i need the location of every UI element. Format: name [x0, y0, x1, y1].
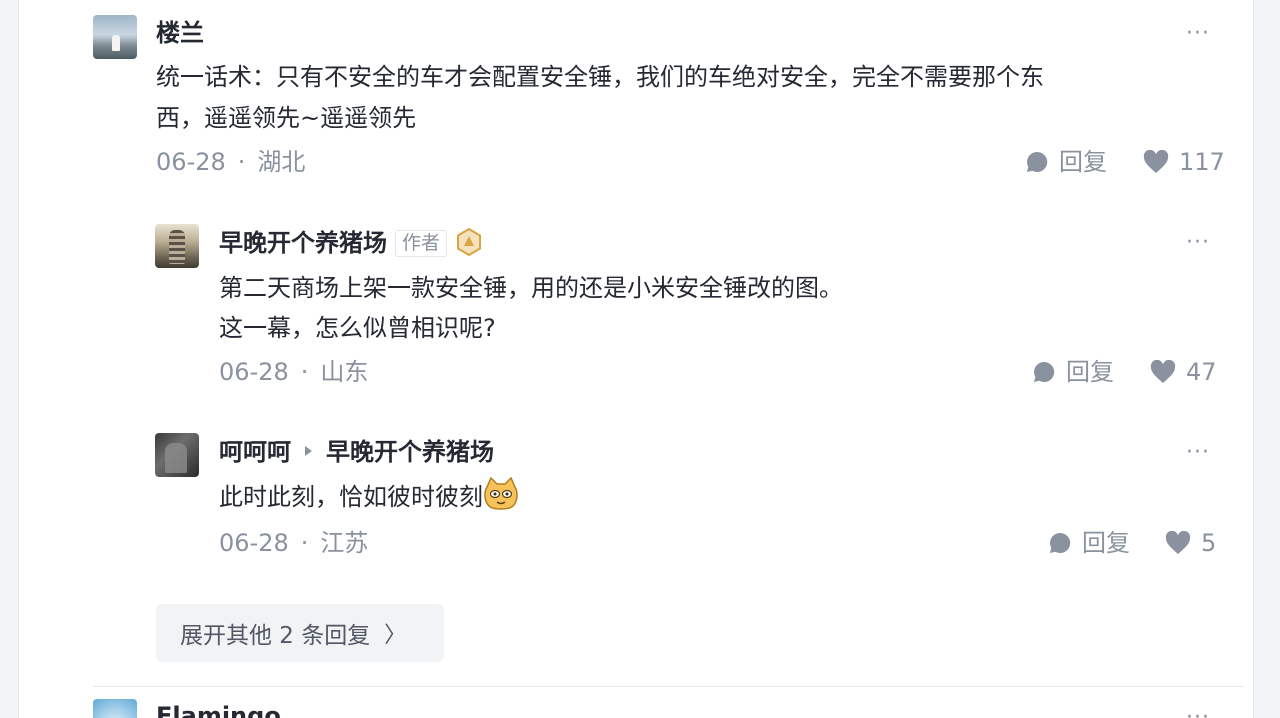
- like-button[interactable]: 117: [1143, 147, 1225, 177]
- avatar[interactable]: [155, 224, 199, 268]
- more-icon[interactable]: ···: [1186, 23, 1210, 45]
- like-count: 47: [1186, 358, 1217, 386]
- comment-divider: [93, 686, 1244, 687]
- reply-location: 山东: [320, 358, 369, 386]
- reply-text-line-1: 第二天商场上架一款安全锤，用的还是小米安全锤改的图。: [219, 274, 843, 302]
- heart-icon: [1143, 150, 1169, 173]
- reply-text-row: 此时此刻，恰如彼时彼刻: [219, 477, 519, 518]
- reply-to-name[interactable]: 早晚开个养猪场: [326, 438, 494, 466]
- comment-text-line-2: 西，遥遥领先~遥遥领先: [156, 104, 417, 132]
- comment-bubble-icon: [1034, 361, 1055, 382]
- chevron-right-icon: 〉: [384, 623, 407, 648]
- more-icon[interactable]: ···: [1186, 442, 1210, 464]
- comment-bubble-icon: [1050, 532, 1071, 553]
- reply-author-row: 呵呵呵 早晚开个养猪场: [219, 437, 494, 467]
- comment-date: 06-28: [156, 148, 226, 176]
- like-count: 5: [1201, 529, 1217, 557]
- comment-author-name[interactable]: Flamingo: [156, 701, 281, 718]
- expand-replies-button[interactable]: 展开其他 2 条回复〉: [156, 604, 444, 662]
- avatar[interactable]: [93, 699, 137, 718]
- reply-author-name[interactable]: 呵呵呵: [219, 438, 291, 466]
- reply-label: 回复: [1082, 529, 1130, 557]
- reply-text-line-2: 这一幕，怎么似曾相识呢?: [219, 314, 496, 342]
- reply-text: 此时此刻，恰如彼时彼刻: [219, 483, 483, 511]
- comment-text-line-1: 统一话术：只有不安全的车才会配置安全锤，我们的车绝对安全，完全不需要那个东: [156, 63, 1044, 91]
- reply-label: 回复: [1066, 358, 1114, 386]
- meta-separator: ·: [300, 358, 309, 386]
- meta-separator: ·: [237, 148, 246, 176]
- reply-button[interactable]: 回复: [1032, 357, 1114, 387]
- like-count: 117: [1179, 148, 1225, 176]
- heart-icon: [1165, 531, 1191, 554]
- comment-location: 湖北: [257, 148, 306, 176]
- reply-button[interactable]: 回复: [1025, 147, 1107, 177]
- comment-bubble-icon: [1027, 151, 1048, 172]
- reply-author-name[interactable]: 早晚开个养猪场: [219, 229, 387, 257]
- reply-to-arrow-icon: [305, 446, 312, 456]
- reply-location: 江苏: [320, 529, 369, 557]
- avatar[interactable]: [93, 15, 137, 59]
- reply-meta: 06-28 · 山东: [219, 357, 368, 387]
- reply-author-row: 早晚开个养猪场 作者: [219, 228, 483, 258]
- reply-meta: 06-28 · 江苏: [219, 528, 368, 558]
- more-icon[interactable]: ···: [1186, 232, 1210, 254]
- author-tag: 作者: [395, 230, 448, 257]
- like-button[interactable]: 47: [1150, 357, 1217, 387]
- like-button[interactable]: 5: [1165, 528, 1216, 558]
- reply-button[interactable]: 回复: [1048, 528, 1130, 558]
- reply-date: 06-28: [219, 358, 289, 386]
- more-icon[interactable]: ···: [1186, 707, 1210, 718]
- meta-separator: ·: [300, 529, 309, 557]
- heart-icon: [1150, 360, 1176, 383]
- avatar[interactable]: [155, 433, 199, 477]
- cat-emoji-icon: [484, 477, 518, 510]
- reply-date: 06-28: [219, 529, 289, 557]
- expand-replies-label: 展开其他 2 条回复: [180, 623, 371, 649]
- reply-label: 回复: [1059, 148, 1107, 176]
- level-badge-icon: [457, 228, 482, 256]
- comment-meta: 06-28 · 湖北: [156, 147, 305, 177]
- comment-author-name[interactable]: 楼兰: [156, 18, 204, 48]
